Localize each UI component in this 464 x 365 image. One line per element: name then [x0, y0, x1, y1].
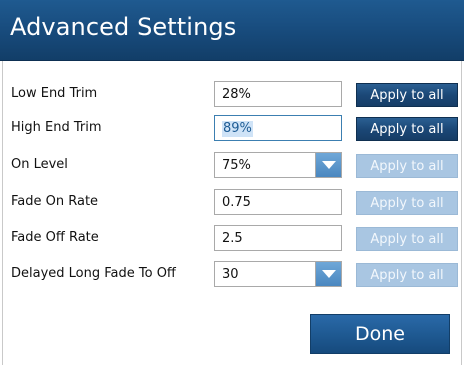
advanced-settings-dialog: Advanced Settings Low End Trim 28% Apply… [0, 0, 464, 365]
low-end-trim-input[interactable]: 28% [214, 81, 342, 107]
delayed-long-fade-to-off-dropdown-button[interactable] [315, 262, 341, 286]
setting-row-fade-on-rate: Fade On Rate 0.75 Apply to all [0, 189, 464, 215]
low-end-trim-apply-to-all-button[interactable]: Apply to all [356, 83, 458, 107]
fade-on-rate-input[interactable]: 0.75 [214, 189, 342, 215]
done-button[interactable]: Done [310, 314, 450, 354]
title-bar: Advanced Settings [0, 0, 464, 61]
fade-off-rate-value: 2.5 [222, 231, 243, 246]
low-end-trim-label: Low End Trim [11, 86, 98, 101]
fade-on-rate-label: Fade On Rate [11, 194, 99, 209]
on-level-apply-to-all-button[interactable]: Apply to all [356, 154, 458, 178]
low-end-trim-value: 28% [222, 87, 251, 102]
delayed-long-fade-to-off-dropdown[interactable]: 30 [214, 261, 342, 287]
delayed-long-fade-to-off-apply-to-all-button[interactable]: Apply to all [356, 263, 458, 287]
setting-row-low-end-trim: Low End Trim 28% Apply to all [0, 81, 464, 107]
high-end-trim-apply-to-all-button[interactable]: Apply to all [356, 117, 458, 141]
chevron-down-icon [322, 161, 336, 169]
high-end-trim-input[interactable]: 89% [214, 115, 342, 141]
on-level-value: 75% [222, 158, 251, 173]
setting-row-on-level: On Level 75% Apply to all [0, 152, 464, 178]
setting-row-high-end-trim: High End Trim 89% Apply to all [0, 115, 464, 141]
delayed-long-fade-to-off-label: Delayed Long Fade To Off [11, 266, 176, 281]
fade-off-rate-input[interactable]: 2.5 [214, 225, 342, 251]
dialog-title: Advanced Settings [10, 13, 237, 41]
setting-row-fade-off-rate: Fade Off Rate 2.5 Apply to all [0, 225, 464, 251]
on-level-dropdown-button[interactable] [315, 153, 341, 177]
on-level-label: On Level [11, 157, 68, 172]
chevron-down-icon [322, 270, 336, 278]
fade-on-rate-value: 0.75 [222, 195, 251, 210]
fade-off-rate-label: Fade Off Rate [11, 230, 99, 245]
setting-row-delayed-long-fade-to-off: Delayed Long Fade To Off 30 Apply to all [0, 261, 464, 287]
high-end-trim-value: 89% [222, 121, 253, 137]
on-level-dropdown[interactable]: 75% [214, 152, 342, 178]
delayed-long-fade-to-off-value: 30 [222, 267, 239, 282]
fade-off-rate-apply-to-all-button[interactable]: Apply to all [356, 227, 458, 251]
fade-on-rate-apply-to-all-button[interactable]: Apply to all [356, 191, 458, 215]
high-end-trim-label: High End Trim [11, 120, 102, 135]
